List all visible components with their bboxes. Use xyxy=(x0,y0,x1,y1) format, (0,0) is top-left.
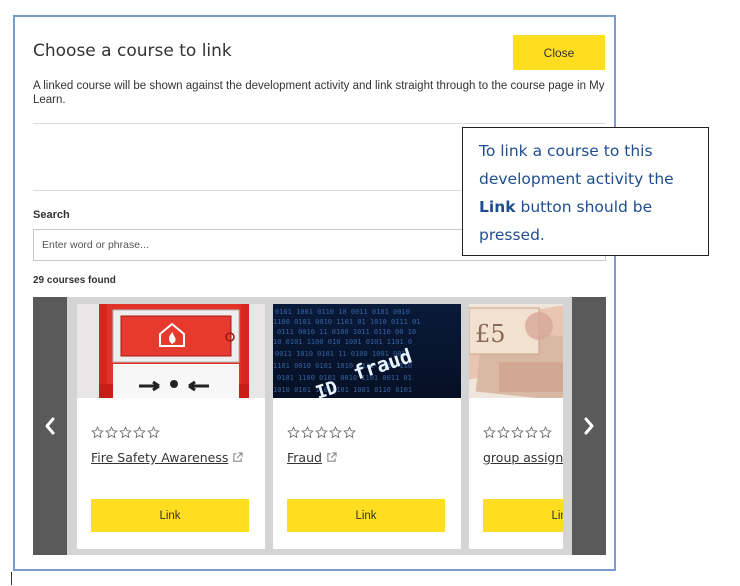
star-outline-icon xyxy=(147,426,160,439)
star-outline-icon xyxy=(119,426,132,439)
svg-text:10 0101 1100 010 1001 0101 110: 10 0101 1100 010 1001 0101 1101 0 xyxy=(273,338,412,346)
course-card: 0101 1001 0110 10 0011 0101 0010 1100 01… xyxy=(273,304,461,549)
link-button[interactable]: Link xyxy=(287,499,445,532)
course-title-wrap: Fire Safety Awareness xyxy=(91,450,244,465)
text-cursor xyxy=(11,572,12,585)
star-outline-icon xyxy=(133,426,146,439)
course-image-fire-alarm xyxy=(77,304,265,398)
course-title-wrap: Fraud xyxy=(287,450,337,465)
course-title-link[interactable]: Fraud xyxy=(287,450,322,465)
svg-text:0101 1100 0101 0010 1101 0011: 0101 1100 0101 0010 1101 0011 01 xyxy=(277,374,412,382)
star-outline-icon xyxy=(525,426,538,439)
divider xyxy=(33,123,605,124)
course-card: £5 group assignment Link xyxy=(469,304,563,549)
star-outline-icon xyxy=(343,426,356,439)
modal-description: A linked course will be shown against th… xyxy=(33,80,605,106)
carousel-track: Fire Safety Awareness Link 0101 1001 011… xyxy=(77,304,563,549)
svg-text:£5: £5 xyxy=(475,320,506,348)
chevron-right-icon xyxy=(584,417,594,435)
callout-bold-word: Link xyxy=(479,198,516,216)
rating-stars xyxy=(287,426,356,440)
carousel-prev-button[interactable] xyxy=(33,297,67,555)
chevron-left-icon xyxy=(45,417,55,435)
rating-stars xyxy=(91,426,160,440)
link-button[interactable]: Link xyxy=(483,499,563,532)
course-title-link[interactable]: group assignment xyxy=(483,450,563,465)
svg-text:1100 0101 0010 1101 01 1010 01: 1100 0101 0010 1101 01 1010 0111 01 xyxy=(273,318,421,326)
results-count: 29 courses found xyxy=(33,275,116,286)
svg-text:0111 0010 11 0100 1011 0110 00: 0111 0010 11 0100 1011 0110 00 10 xyxy=(277,328,416,336)
external-link-icon xyxy=(233,452,244,462)
course-image-id-fraud: 0101 1001 0110 10 0011 0101 0010 1100 01… xyxy=(273,304,461,398)
rating-stars xyxy=(483,426,552,440)
instruction-callout: To link a course to this development act… xyxy=(462,127,709,256)
course-image-banknotes: £5 xyxy=(469,304,563,398)
svg-text:0101 1001 0110 10 0011 0101 00: 0101 1001 0110 10 0011 0101 0010 xyxy=(275,308,410,316)
link-course-modal: Choose a course to link Close A linked c… xyxy=(13,15,616,571)
star-outline-icon xyxy=(483,426,496,439)
star-outline-icon xyxy=(497,426,510,439)
course-card: Fire Safety Awareness Link xyxy=(77,304,265,549)
callout-text-before: To link a course to this development act… xyxy=(479,142,674,188)
star-outline-icon xyxy=(539,426,552,439)
star-outline-icon xyxy=(287,426,300,439)
svg-text:1010 0101 110 0101 1001 0110 0: 1010 0101 110 0101 1001 0110 0101 xyxy=(273,386,412,394)
course-title-link[interactable]: Fire Safety Awareness xyxy=(91,450,228,465)
close-button[interactable]: Close xyxy=(513,35,605,70)
external-link-icon xyxy=(327,452,337,462)
link-button[interactable]: Link xyxy=(91,499,249,532)
course-title-wrap: group assignment xyxy=(483,450,563,465)
star-outline-icon xyxy=(315,426,328,439)
modal-title: Choose a course to link xyxy=(33,41,232,61)
star-outline-icon xyxy=(105,426,118,439)
star-outline-icon xyxy=(329,426,342,439)
carousel-next-button[interactable] xyxy=(572,297,606,555)
search-label: Search xyxy=(33,209,70,221)
star-outline-icon xyxy=(511,426,524,439)
course-carousel: Fire Safety Awareness Link 0101 1001 011… xyxy=(33,297,606,555)
star-outline-icon xyxy=(91,426,104,439)
star-outline-icon xyxy=(301,426,314,439)
